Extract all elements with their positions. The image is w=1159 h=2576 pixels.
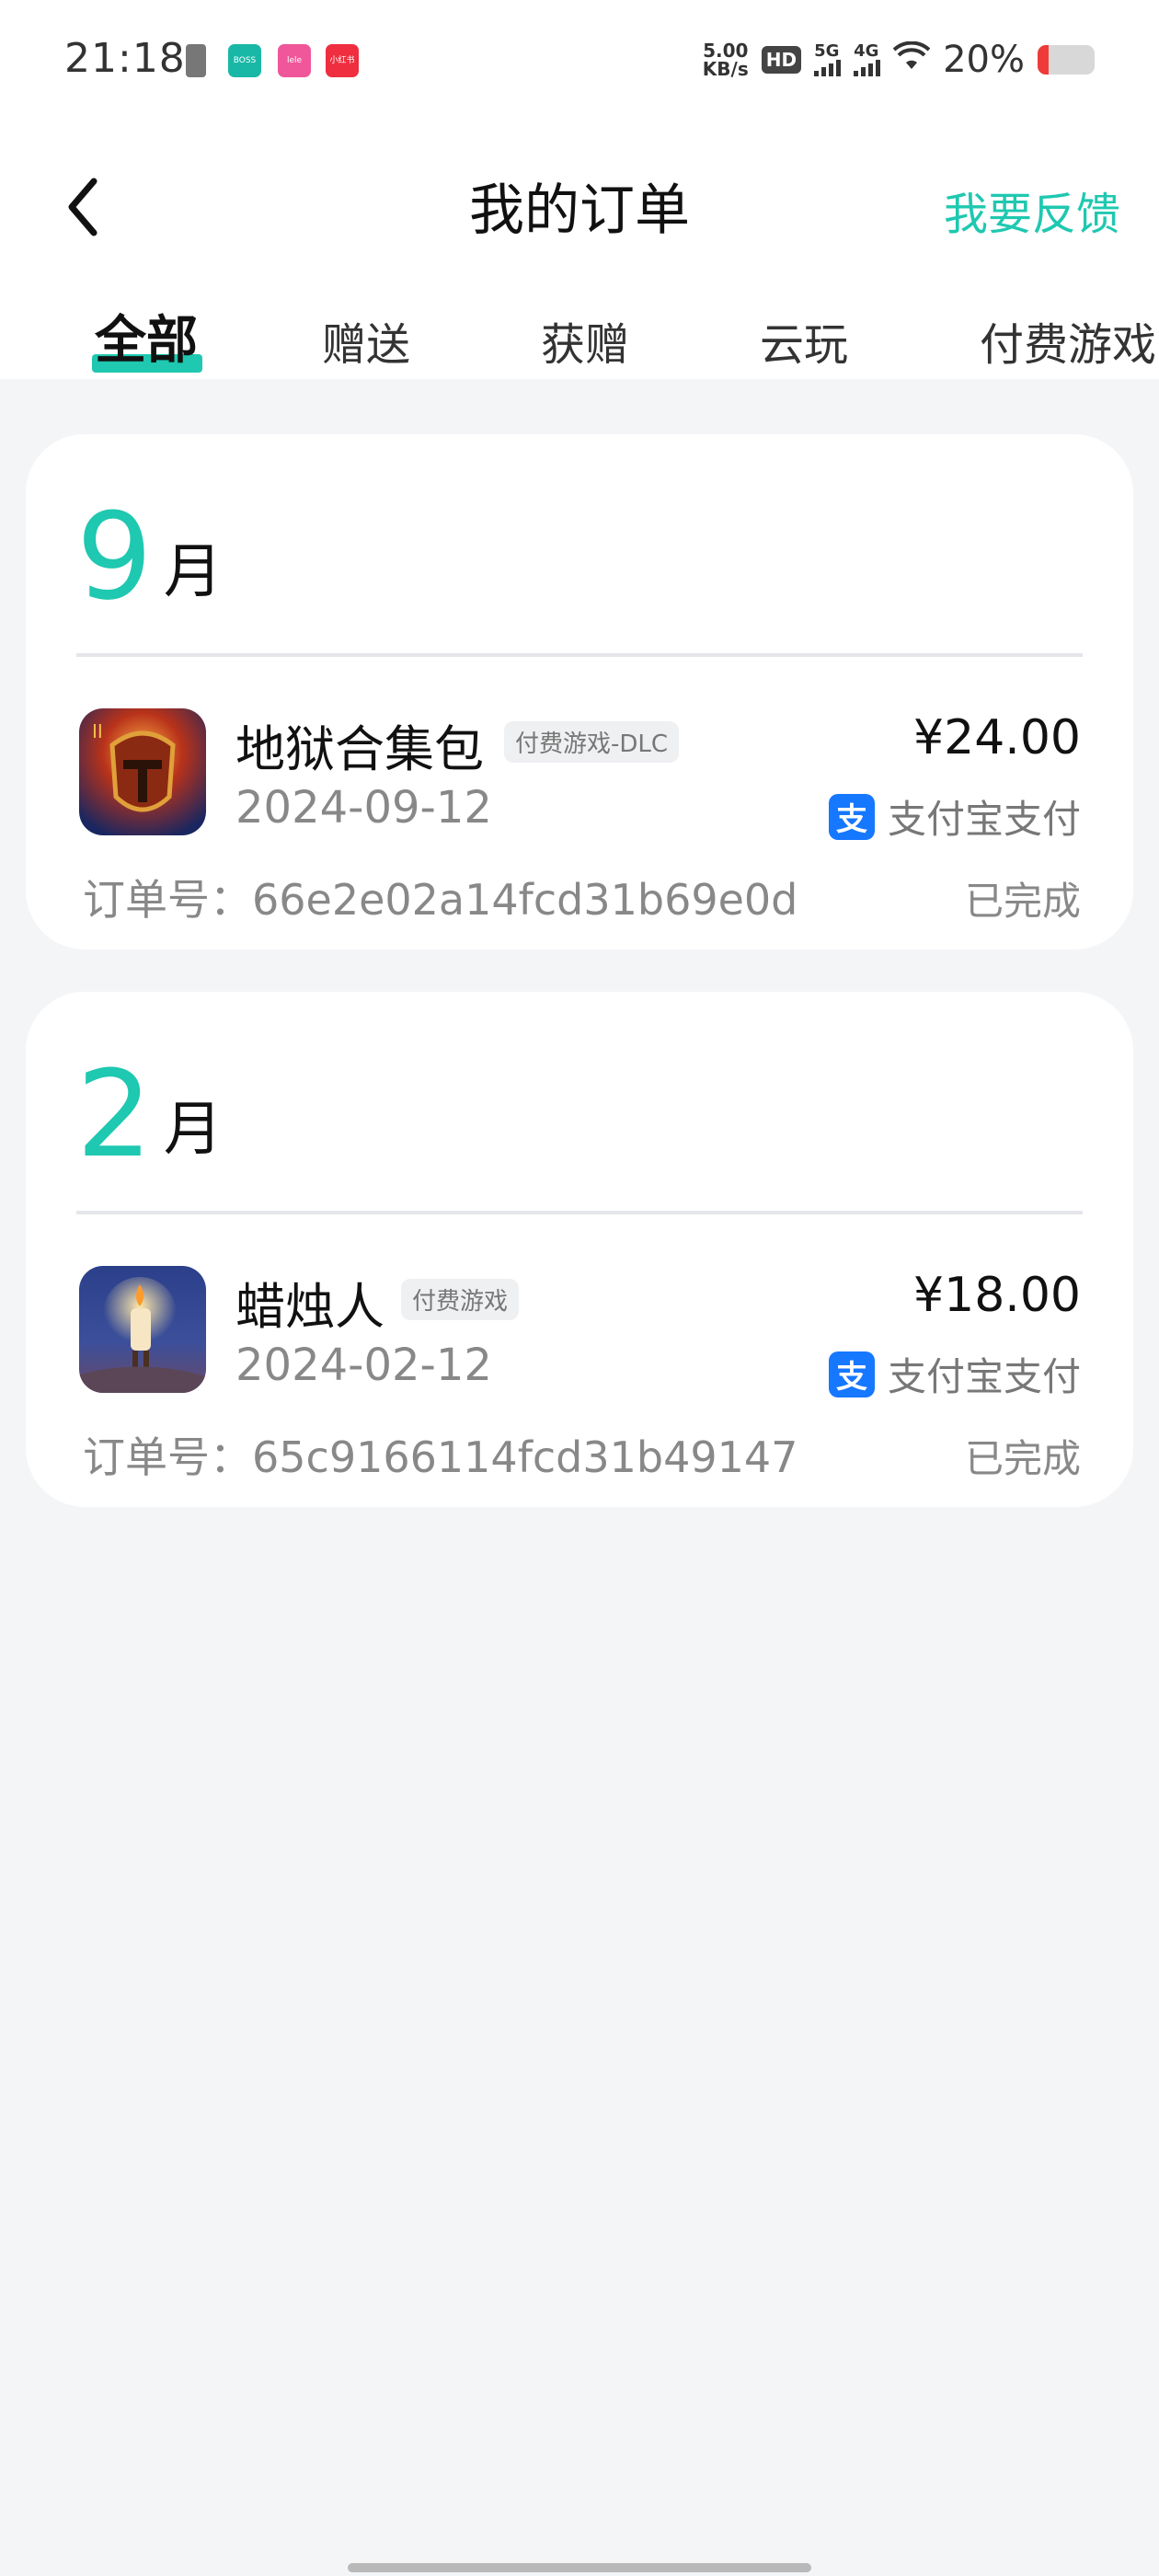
tab-gift[interactable]: 赠送 [322,308,410,373]
order-status: 已完成 [964,1436,1081,1481]
xiaohongshu-app-icon: 小红书 [326,44,359,77]
tab-cloud-play[interactable]: 云玩 [760,308,848,373]
signal-4g-icon: 4G [854,41,881,76]
status-bar: 21:18 BOSS lele 小红书 5.00 KB/s HD 5G 4G 2… [0,0,1159,120]
lele-app-icon: lele [278,44,311,77]
alipay-icon: 支 [828,1351,875,1397]
tab-paid-games[interactable]: 付费游戏 [980,308,1156,373]
order-card[interactable]: 9 月 II 地狱合集包 付费游戏-DLC 2024-09-12 ¥24.00 … [26,434,1133,949]
status-time: 21:18 [64,35,186,82]
order-price: ¥18.00 [913,1268,1081,1323]
wifi-icon [892,40,931,79]
hd-icon: HD [761,46,802,74]
order-number: 订单号：65c9166114fcd31b49147 [83,1432,798,1482]
tab-bar: 全部 赠送 获赠 云玩 付费游戏 [0,299,1159,377]
signal-5g-icon: 5G [814,41,842,76]
order-status: 已完成 [964,879,1081,924]
game-type-tag: 付费游戏 [401,1279,520,1320]
small-battery-icon [186,44,206,77]
payment-method-label: 支付宝支付 [887,797,1081,842]
payment-method: 支 支付宝支付 [828,788,1081,845]
month-heading: 2 月 [76,1044,223,1184]
month-number: 9 [76,487,153,627]
payment-method-label: 支付宝支付 [887,1354,1081,1399]
signal-4g-label: 4G [854,41,879,61]
payment-method: 支 支付宝支付 [828,1346,1081,1402]
month-number: 2 [76,1044,153,1184]
network-speed-value: 5.00 [703,40,749,62]
order-date: 2024-09-12 [235,782,492,834]
month-heading: 9 月 [76,487,223,627]
battery-percent: 20% [943,39,1025,81]
game-icon-hell-bundle: II [79,708,206,835]
order-number: 订单号：66e2e02a14fcd31b69e0d [83,875,798,925]
order-card[interactable]: 2 月 蜡烛人 付费游戏 2024-02-12 ¥18.00 支 支付宝支付 订… [26,992,1133,1507]
signal-5g-label: 5G [814,41,840,61]
game-icon-candleman [79,1266,206,1393]
status-right: 5.00 KB/s HD 5G 4G 20% [703,37,1095,83]
network-speed-unit: KB/s [702,58,749,80]
boss-app-icon: BOSS [228,44,261,77]
month-unit: 月 [163,1096,223,1164]
game-name: 地狱合集包 [235,720,484,778]
tab-received[interactable]: 获赠 [541,308,629,373]
divider [76,653,1083,657]
feedback-button[interactable]: 我要反馈 [944,178,1120,242]
alipay-icon: 支 [828,793,875,840]
game-type-tag: 付费游戏-DLC [504,721,680,763]
network-speed: 5.00 KB/s [703,41,749,78]
month-unit: 月 [163,538,223,606]
order-date: 2024-02-12 [235,1340,492,1391]
tab-all[interactable]: 全部 [95,299,198,374]
svg-text:II: II [92,720,103,742]
order-price: ¥24.00 [913,710,1081,765]
divider [76,1211,1083,1214]
battery-icon [1038,45,1095,75]
game-name: 蜡烛人 [235,1278,384,1336]
home-indicator[interactable] [348,2563,811,2572]
